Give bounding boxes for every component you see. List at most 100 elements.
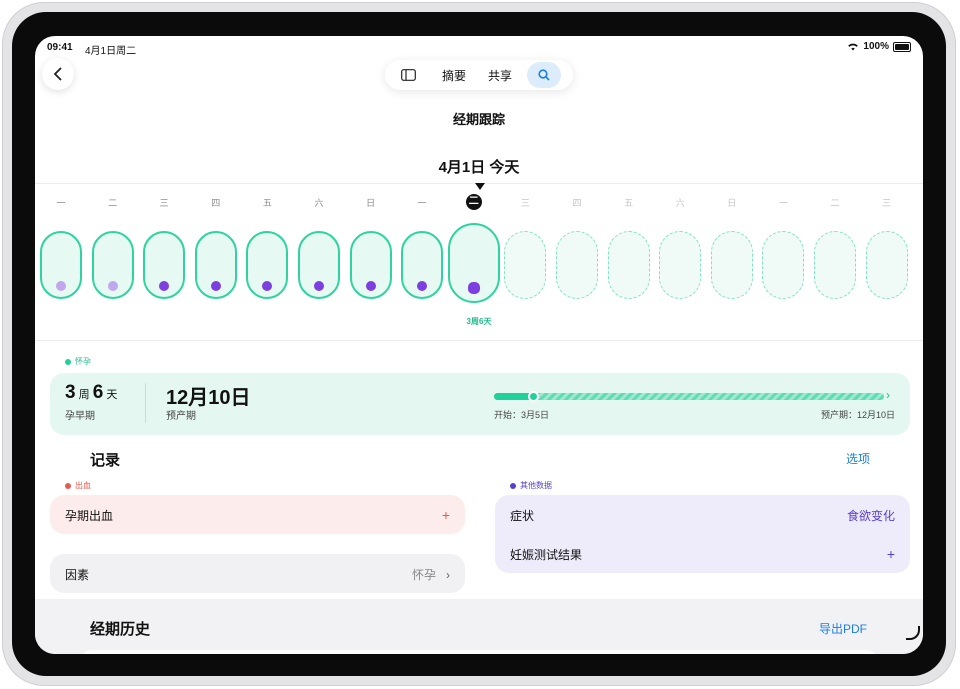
top-segmented-control: 摘要 共享 [385, 60, 573, 90]
sidebar-toggle-button[interactable] [385, 60, 431, 90]
start-date-text: 开始：3月5日 [494, 410, 550, 420]
day-pill[interactable] [246, 231, 289, 299]
search-icon [538, 69, 550, 81]
flow-dot-icon [56, 281, 66, 291]
bleeding-tag: 出血 [65, 480, 91, 491]
pregnancy-week-label: 3周6天 [466, 317, 492, 326]
status-date: 4月1日周二 [85, 46, 137, 57]
weekday-label: 四 [572, 198, 582, 208]
weekday-label: 六 [314, 198, 324, 208]
weekday-label: 三 [882, 198, 892, 208]
days-unit: 天 [106, 389, 118, 401]
days-value: 6 [92, 382, 104, 403]
green-dot-icon [65, 358, 71, 365]
due-date-label: 预产期 [166, 411, 196, 422]
due-date-text: 预产期：12月10日 [820, 410, 895, 420]
divider [35, 340, 923, 341]
day-pill[interactable] [762, 231, 805, 299]
pregnancy-bleeding-row[interactable]: 孕期出血 + [50, 495, 465, 534]
progress-knob [528, 391, 539, 402]
flow-dot-icon [159, 281, 170, 291]
search-button[interactable] [527, 62, 561, 88]
weeks-unit: 周 [78, 389, 90, 401]
screen: 09:41 4月1日周二 100% 摘要 共享 经期跟踪 4月1日 今天 一 二 三… [35, 36, 923, 654]
flow-dot-icon [467, 282, 480, 294]
flow-dot-icon [210, 281, 221, 291]
day-pill[interactable] [504, 231, 547, 299]
pregnancy-phase: 孕早期 [65, 411, 95, 422]
other-data-tag: 其他数据 [510, 480, 552, 491]
bleeding-tag-label: 出血 [75, 481, 91, 490]
pregnancy-tag: 怀孕 [65, 356, 91, 367]
weekday-label: 一 [56, 198, 66, 208]
weeks-value: 3 [65, 382, 76, 403]
day-pill[interactable] [659, 231, 702, 299]
day-pill[interactable] [710, 231, 753, 299]
today-header: 4月1日 今天 [438, 159, 520, 176]
factors-value: 怀孕 [411, 568, 436, 582]
day-pill[interactable] [607, 231, 650, 299]
wifi-icon [848, 43, 859, 51]
sidebar-icon [400, 69, 416, 81]
tab-summary[interactable]: 摘要 [431, 60, 477, 90]
factors-row[interactable]: 因素 怀孕 › [50, 554, 465, 593]
day-pill[interactable] [814, 231, 856, 299]
flow-dot-icon [314, 281, 324, 291]
pregnancy-progress-bar [494, 391, 884, 402]
other-data-card: 症状 食欲变化 妊娠测试结果 + [495, 495, 910, 573]
purple-dot-icon [510, 482, 516, 489]
chevron-left-icon [53, 67, 62, 81]
export-pdf-link[interactable]: 导出PDF [819, 620, 867, 637]
back-button[interactable] [42, 58, 74, 90]
day-pill[interactable] [194, 231, 237, 299]
pregnancy-test-label: 妊娠测试结果 [510, 548, 583, 562]
day-pill[interactable] [91, 231, 134, 299]
day-pill-today[interactable] [447, 223, 500, 303]
weekday-label: 三 [159, 198, 169, 208]
other-data-tag-label: 其他数据 [520, 481, 552, 490]
history-title: 经期历史 [90, 621, 151, 638]
factors-label: 因素 [65, 568, 90, 582]
weekday-row: 一二三四五六日一二三四五六日一二三 [35, 194, 923, 210]
day-pill[interactable] [401, 231, 444, 299]
chevron-right-icon: › [446, 567, 450, 582]
options-link[interactable]: 选项 [846, 450, 870, 467]
chevron-right-icon: › [886, 388, 890, 402]
pregnancy-test-row[interactable]: 妊娠测试结果 + [495, 534, 910, 573]
symptoms-row[interactable]: 症状 食欲变化 [495, 495, 910, 534]
symptoms-label: 症状 [510, 509, 535, 523]
weekday-label: 五 [624, 198, 634, 208]
today-marker-icon [475, 183, 485, 190]
symptoms-value: 食欲变化 [846, 509, 895, 523]
day-pill[interactable] [865, 231, 908, 299]
pregnancy-card[interactable]: 3 周 6 天 孕早期 12月10日 预产期 › 开始：3月5日 预产期：12月… [50, 373, 910, 435]
weekday-label: 五 [262, 198, 272, 208]
battery-icon [893, 41, 911, 52]
day-pill[interactable] [40, 231, 82, 299]
battery-percent: 100% [863, 41, 889, 52]
flow-dot-icon [107, 281, 118, 291]
day-pill[interactable] [143, 231, 186, 299]
weekday-label: 一 [417, 198, 427, 208]
weekday-label: 四 [211, 198, 221, 208]
weekday-label: 二 [830, 198, 840, 208]
day-pill[interactable] [556, 231, 598, 299]
day-pill[interactable] [349, 231, 392, 299]
weekday-label: 日 [366, 198, 376, 208]
status-time: 09:41 [47, 42, 73, 53]
records-title: 记录 [90, 452, 121, 469]
page-title: 经期跟踪 [452, 112, 505, 127]
weekday-label: 三 [520, 198, 530, 208]
status-bar: 09:41 4月1日周二 100% [35, 36, 923, 58]
add-icon[interactable]: + [887, 546, 895, 562]
weekday-label: 二 [108, 198, 118, 208]
history-sheet [80, 650, 878, 654]
add-icon[interactable]: + [442, 507, 450, 523]
pregnancy-tag-label: 怀孕 [75, 357, 91, 366]
red-dot-icon [65, 482, 71, 489]
day-pill[interactable] [298, 231, 340, 299]
tab-share[interactable]: 共享 [477, 60, 523, 90]
bleeding-label: 孕期出血 [65, 509, 114, 523]
weekday-label: 二 [465, 194, 482, 210]
flow-dot-icon [262, 281, 273, 291]
